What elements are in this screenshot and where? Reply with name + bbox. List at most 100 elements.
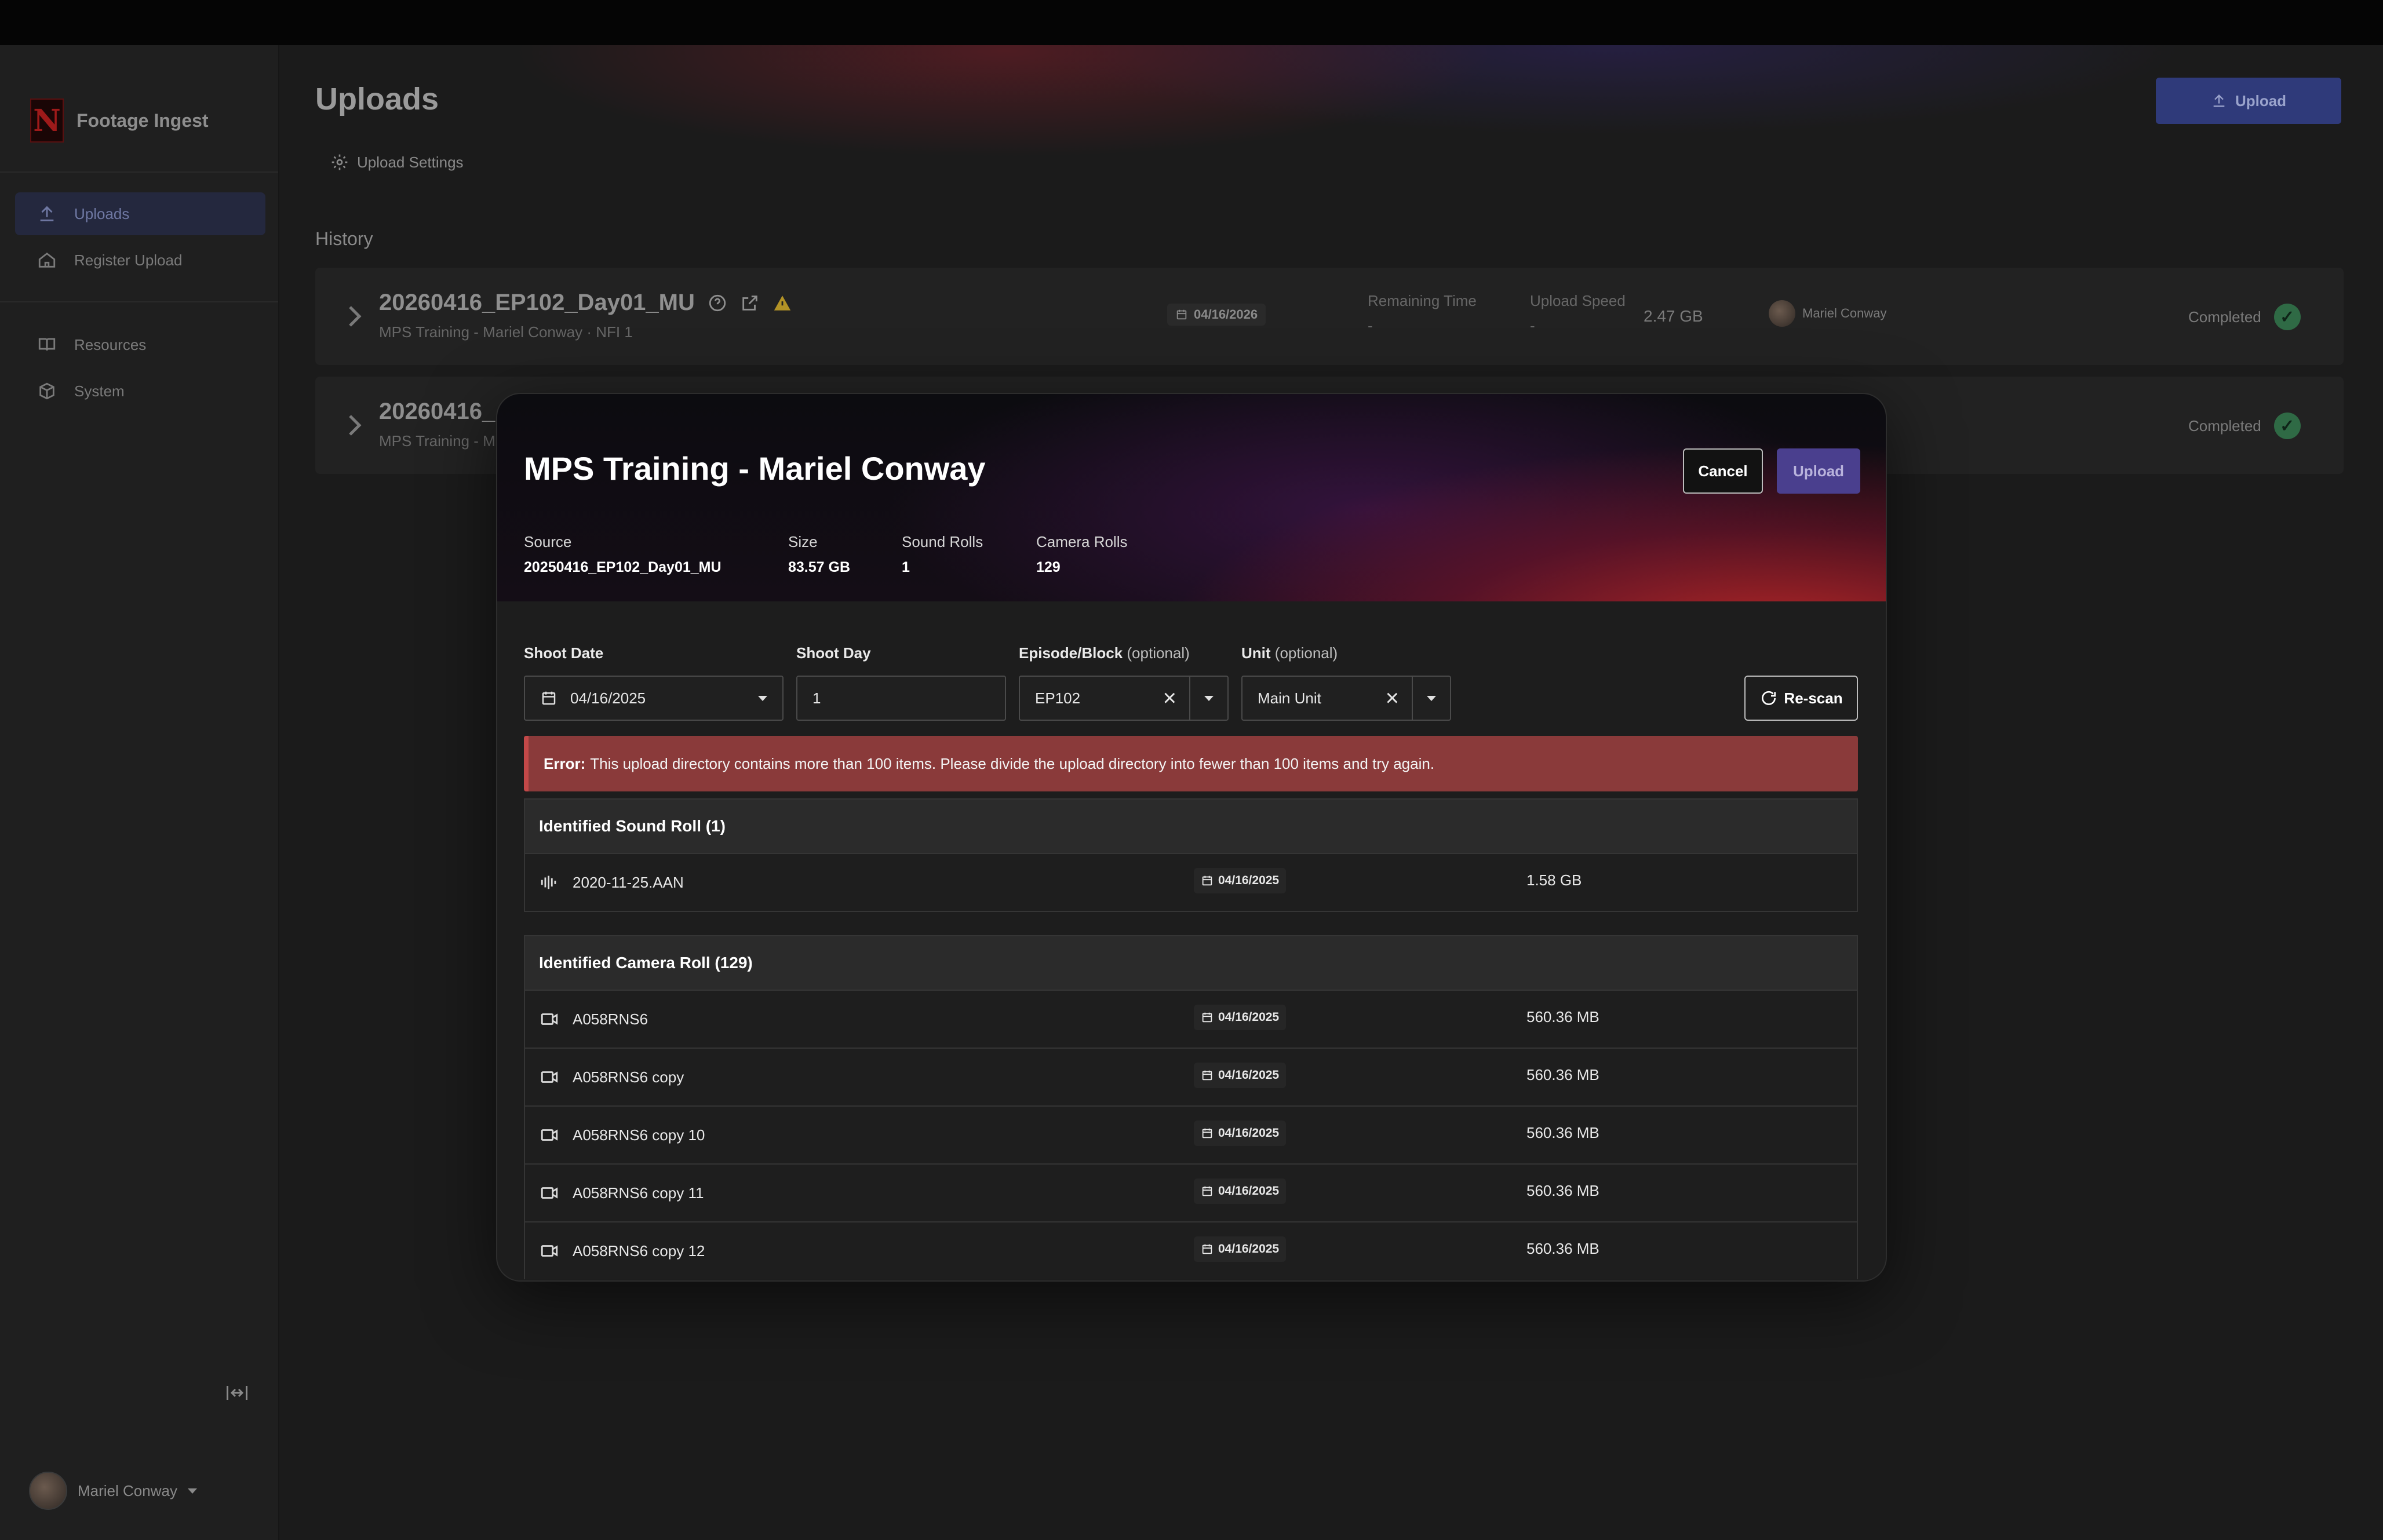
chevron-right-icon[interactable] bbox=[343, 302, 366, 330]
avatar bbox=[1769, 300, 1795, 327]
warning-icon bbox=[774, 295, 791, 311]
upload-modal: MPS Training - Mariel Conway Cancel Uplo… bbox=[497, 394, 1886, 1280]
camera-roll-name: A058RNS6 copy 11 bbox=[573, 1184, 704, 1202]
calendar-icon bbox=[542, 691, 556, 705]
episode-select[interactable]: EP102 × bbox=[1019, 676, 1229, 721]
history-user: Mariel Conway bbox=[1769, 300, 1887, 327]
video-camera-icon bbox=[541, 1187, 558, 1199]
remaining-time: Remaining Time - bbox=[1368, 292, 1477, 335]
video-camera-icon bbox=[541, 1071, 558, 1083]
sidebar-item-label: Register Upload bbox=[74, 251, 183, 269]
status-badge: Completed ✓ bbox=[2188, 304, 2301, 330]
error-banner: Error: This upload directory contains mo… bbox=[524, 736, 1858, 791]
file-size: 560.36 MB bbox=[1526, 1066, 1599, 1083]
date-text: 04/16/2025 bbox=[1218, 1184, 1280, 1198]
shoot-day-label: Shoot Day bbox=[796, 644, 871, 662]
episode-label-text: Episode/Block bbox=[1019, 644, 1123, 662]
brand[interactable]: N Footage Ingest bbox=[30, 98, 209, 143]
app: N Footage Ingest Uploads Register Upload… bbox=[0, 45, 2383, 1540]
chevron-down-icon bbox=[1204, 695, 1214, 701]
shoot-date-picker[interactable]: 04/16/2025 bbox=[524, 676, 784, 721]
camera-roll-name: A058RNS6 copy 12 bbox=[573, 1242, 705, 1260]
sidebar-item-system[interactable]: System bbox=[15, 370, 265, 413]
meta-size-label: Size bbox=[788, 533, 818, 550]
sidebar-item-resources[interactable]: Resources bbox=[15, 323, 265, 366]
table-row: A058RNS6 04/16/2025 560.36 MB bbox=[525, 990, 1857, 1048]
error-message: This upload directory contains more than… bbox=[590, 754, 1435, 772]
modal-upload-button[interactable]: Upload bbox=[1777, 448, 1860, 494]
date-badge: 04/16/2025 bbox=[1194, 1236, 1287, 1262]
history-user-name: Mariel Conway bbox=[1802, 306, 1887, 320]
date-text: 04/16/2025 bbox=[1218, 1242, 1280, 1256]
sidebar-item-uploads[interactable]: Uploads bbox=[15, 192, 265, 235]
date-badge: 04/16/2026 bbox=[1167, 304, 1266, 326]
close-icon[interactable]: × bbox=[1163, 687, 1176, 710]
meta-size-value: 83.57 GB bbox=[788, 559, 851, 575]
episode-dropdown-toggle[interactable] bbox=[1189, 677, 1227, 720]
remaining-time-label: Remaining Time bbox=[1368, 292, 1477, 309]
meta-sound-label: Sound Rolls bbox=[902, 533, 983, 550]
date-badge: 04/16/2025 bbox=[1194, 1121, 1287, 1146]
cancel-button[interactable]: Cancel bbox=[1683, 448, 1763, 494]
unit-value: Main Unit bbox=[1258, 689, 1321, 707]
camera-roll-name: A058RNS6 copy bbox=[573, 1068, 684, 1086]
close-icon[interactable]: × bbox=[1386, 687, 1399, 710]
date-text: 04/16/2025 bbox=[1218, 1010, 1280, 1024]
history-name: 20260416_EP102_Day01_MU bbox=[379, 290, 792, 316]
history-row[interactable]: 20260416_EP102_Day01_MU MPS Training - M… bbox=[315, 268, 2344, 365]
browser-top-bar bbox=[0, 0, 2383, 45]
meta-sound-value: 1 bbox=[902, 559, 910, 575]
calendar-icon bbox=[1202, 1244, 1212, 1254]
history-title: 20260416_ bbox=[379, 399, 495, 424]
page-title: Uploads bbox=[315, 82, 439, 116]
collapse-sidebar-icon[interactable] bbox=[225, 1382, 249, 1403]
chevron-down-icon bbox=[1427, 695, 1436, 701]
help-icon[interactable] bbox=[708, 293, 727, 313]
table-row: A058RNS6 copy 12 04/16/2025 560.36 MB bbox=[525, 1221, 1857, 1279]
unit-dropdown-toggle[interactable] bbox=[1412, 677, 1450, 720]
chevron-right-icon[interactable] bbox=[343, 411, 366, 439]
history-subtitle: MPS Training - Mariel Conway · NFI 1 bbox=[379, 323, 633, 341]
remaining-time-value: - bbox=[1368, 317, 1373, 334]
upload-settings-link[interactable]: Upload Settings bbox=[330, 153, 464, 171]
check-icon: ✓ bbox=[2273, 304, 2301, 330]
date-text: 04/16/2026 bbox=[1194, 307, 1258, 322]
episode-optional-text: (optional) bbox=[1127, 644, 1190, 662]
date-badge: 04/16/2025 bbox=[1194, 1063, 1287, 1088]
shoot-day-field[interactable]: 1 bbox=[796, 676, 1006, 721]
status-badge: Completed ✓ bbox=[2188, 413, 2301, 439]
camera-roll-heading: Identified Camera Roll (129) bbox=[525, 936, 1857, 990]
shoot-day-value: 1 bbox=[812, 689, 821, 707]
date-text: 04/16/2025 bbox=[1218, 874, 1280, 887]
sidebar-item-register-upload[interactable]: Register Upload bbox=[15, 239, 265, 282]
upload-speed-value: - bbox=[1530, 317, 1535, 334]
error-prefix: Error: bbox=[544, 754, 586, 772]
meta-camera-value: 129 bbox=[1036, 559, 1061, 575]
table-row: A058RNS6 copy 04/16/2025 560.36 MB bbox=[525, 1048, 1857, 1105]
external-link-icon[interactable] bbox=[740, 293, 760, 313]
home-icon bbox=[38, 252, 56, 268]
unit-label: Unit (optional) bbox=[1241, 644, 1338, 662]
file-size: 560.36 MB bbox=[1526, 1182, 1599, 1199]
file-size: 1.58 GB bbox=[1526, 871, 1582, 889]
date-badge: 04/16/2025 bbox=[1194, 1005, 1287, 1030]
meta-source-label: Source bbox=[524, 533, 572, 550]
user-menu[interactable]: Mariel Conway bbox=[29, 1472, 197, 1510]
rescan-button[interactable]: Re-scan bbox=[1744, 676, 1858, 721]
unit-select[interactable]: Main Unit × bbox=[1241, 676, 1451, 721]
chevron-down-icon bbox=[758, 695, 767, 701]
table-row: 2020-11-25.AAN 04/16/2025 1.58 GB bbox=[525, 853, 1857, 911]
meta-camera-rolls: Camera Rolls 129 bbox=[1036, 533, 1128, 576]
file-size: 560.36 MB bbox=[1526, 1124, 1599, 1141]
shoot-date-label: Shoot Date bbox=[524, 644, 604, 662]
sidebar-item-label: Uploads bbox=[74, 205, 130, 222]
check-icon: ✓ bbox=[2273, 413, 2301, 439]
cube-icon bbox=[39, 382, 54, 400]
upload-button[interactable]: Upload bbox=[2156, 78, 2341, 124]
table-row: A058RNS6 copy 11 04/16/2025 560.36 MB bbox=[525, 1163, 1857, 1221]
refresh-icon bbox=[1762, 691, 1776, 705]
video-camera-icon bbox=[541, 1013, 558, 1025]
upload-speed: Upload Speed - bbox=[1530, 292, 1626, 335]
meta-size: Size 83.57 GB bbox=[788, 533, 850, 576]
waveform-icon bbox=[541, 875, 556, 889]
